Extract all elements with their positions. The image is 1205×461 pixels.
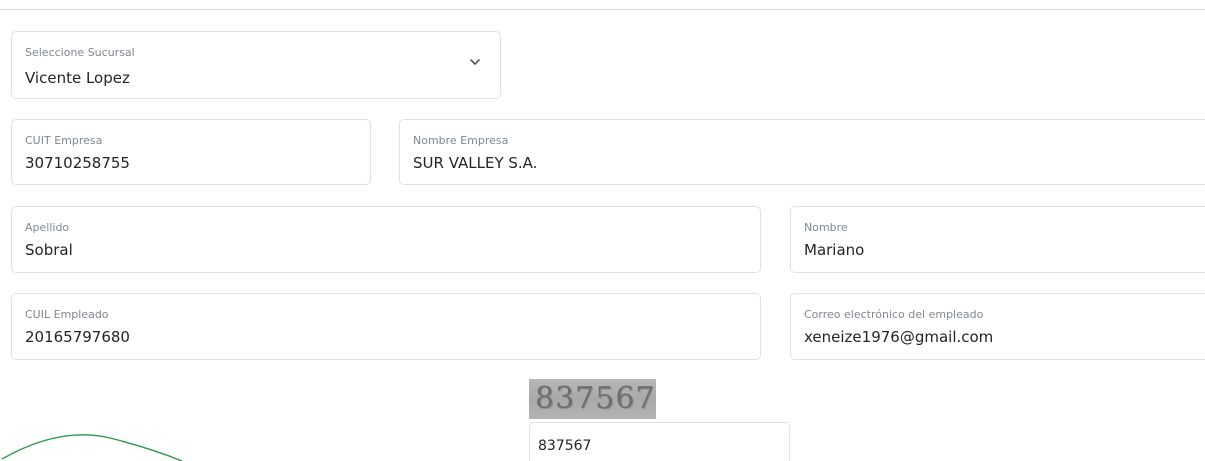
cuil-empleado-value: 20165797680 xyxy=(25,328,130,346)
cuit-empresa-value: 30710258755 xyxy=(25,154,130,172)
cuit-empresa-label: CUIT Empresa xyxy=(25,134,103,147)
nombre-field[interactable]: Nombre Mariano xyxy=(790,206,1205,273)
sucursal-value: Vicente Lopez xyxy=(25,69,130,87)
apellido-label: Apellido xyxy=(25,221,70,234)
nombre-label: Nombre xyxy=(804,221,848,234)
nombre-empresa-value: SUR VALLEY S.A. xyxy=(413,154,538,172)
top-divider xyxy=(0,9,1205,10)
cuil-empleado-field[interactable]: CUIL Empleado 20165797680 xyxy=(11,293,761,360)
sucursal-label: Seleccione Sucursal xyxy=(25,46,135,59)
nombre-empresa-field[interactable]: Nombre Empresa SUR VALLEY S.A. xyxy=(399,119,1205,185)
loading-spinner-icon xyxy=(1,434,183,461)
captcha-image-text: 837567 xyxy=(535,381,656,416)
sucursal-select[interactable]: Seleccione Sucursal Vicente Lopez xyxy=(11,31,501,99)
nombre-value: Mariano xyxy=(804,241,865,259)
correo-value: xeneize1976@gmail.com xyxy=(804,328,994,346)
cuit-empresa-field[interactable]: CUIT Empresa 30710258755 xyxy=(11,119,371,185)
chevron-down-icon[interactable] xyxy=(468,55,482,69)
cuil-empleado-label: CUIL Empleado xyxy=(25,308,109,321)
correo-field[interactable]: Correo electrónico del empleado xeneize1… xyxy=(790,293,1205,360)
apellido-field[interactable]: Apellido Sobral xyxy=(11,206,761,273)
captcha-input-value: 837567 xyxy=(538,438,592,454)
captcha-image: 837567 xyxy=(529,379,656,419)
apellido-value: Sobral xyxy=(25,241,73,259)
captcha-input[interactable]: 837567 xyxy=(529,422,790,461)
correo-label: Correo electrónico del empleado xyxy=(804,308,984,321)
nombre-empresa-label: Nombre Empresa xyxy=(413,134,509,147)
employee-form-page: Seleccione Sucursal Vicente Lopez CUIT E… xyxy=(0,0,1205,461)
